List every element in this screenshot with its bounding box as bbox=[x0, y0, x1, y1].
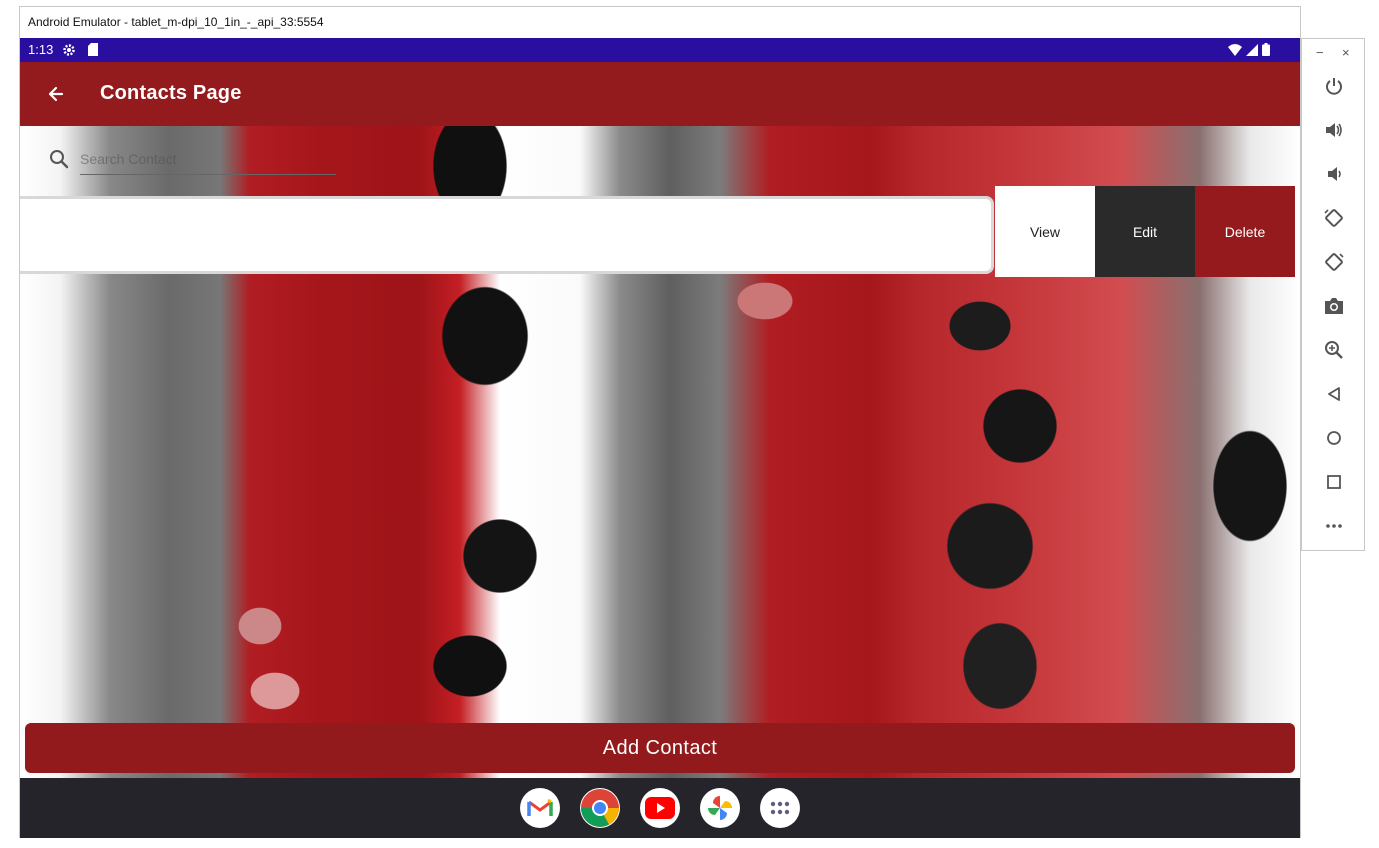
status-right-icons bbox=[1228, 43, 1270, 56]
emulator-side-panel: − × bbox=[1301, 38, 1365, 551]
zoom-icon[interactable] bbox=[1322, 338, 1346, 362]
more-icon[interactable] bbox=[1322, 514, 1346, 538]
search-box bbox=[44, 136, 336, 182]
wifi-icon bbox=[1228, 43, 1242, 56]
minimize-icon[interactable]: − bbox=[1316, 45, 1324, 60]
contacts-content: View Edit Delete Add Contact bbox=[20, 126, 1300, 778]
arrow-left-icon[interactable] bbox=[42, 80, 70, 108]
photos-icon[interactable] bbox=[700, 788, 740, 828]
rotate-left-icon[interactable] bbox=[1322, 206, 1346, 230]
status-bar: 1:13 bbox=[20, 38, 1300, 62]
volume-up-icon[interactable] bbox=[1322, 118, 1346, 142]
home-icon[interactable] bbox=[1322, 426, 1346, 450]
gmail-icon[interactable] bbox=[520, 788, 560, 828]
signal-icon bbox=[1246, 43, 1258, 56]
view-button[interactable]: View bbox=[995, 186, 1095, 277]
edit-button[interactable]: Edit bbox=[1095, 186, 1195, 277]
rotate-right-icon[interactable] bbox=[1322, 250, 1346, 274]
camera-icon[interactable] bbox=[1322, 294, 1346, 318]
power-icon[interactable] bbox=[1322, 74, 1346, 98]
add-contact-button[interactable]: Add Contact bbox=[25, 723, 1295, 773]
status-time: 1:13 bbox=[28, 42, 54, 57]
app-bar: Contacts Page bbox=[20, 62, 1300, 126]
contact-list-item[interactable] bbox=[20, 196, 994, 274]
device-screen: 1:13 Contacts Page Search Contact View E… bbox=[20, 38, 1300, 838]
sdcard-icon bbox=[88, 43, 98, 56]
emulator-window: Android Emulator - tablet_m-dpi_10_1in_-… bbox=[19, 6, 1301, 838]
battery-icon bbox=[1262, 43, 1270, 56]
close-icon[interactable]: × bbox=[1342, 45, 1350, 60]
back-icon[interactable] bbox=[1322, 382, 1346, 406]
chrome-icon[interactable] bbox=[580, 788, 620, 828]
volume-down-icon[interactable] bbox=[1322, 162, 1346, 186]
app-drawer-icon[interactable] bbox=[760, 788, 800, 828]
search-icon bbox=[48, 148, 70, 170]
contact-swipe-actions: View Edit Delete bbox=[995, 186, 1295, 277]
window-title: Android Emulator - tablet_m-dpi_10_1in_-… bbox=[20, 7, 1300, 38]
page-title: Contacts Page bbox=[100, 82, 242, 104]
app-dock bbox=[520, 788, 800, 828]
gear-icon bbox=[62, 43, 76, 57]
taskbar bbox=[20, 778, 1300, 838]
delete-button[interactable]: Delete bbox=[1195, 186, 1295, 277]
side-window-controls: − × bbox=[1302, 45, 1364, 61]
search-input[interactable] bbox=[80, 144, 336, 175]
youtube-icon[interactable] bbox=[640, 788, 680, 828]
overview-icon[interactable] bbox=[1322, 470, 1346, 494]
